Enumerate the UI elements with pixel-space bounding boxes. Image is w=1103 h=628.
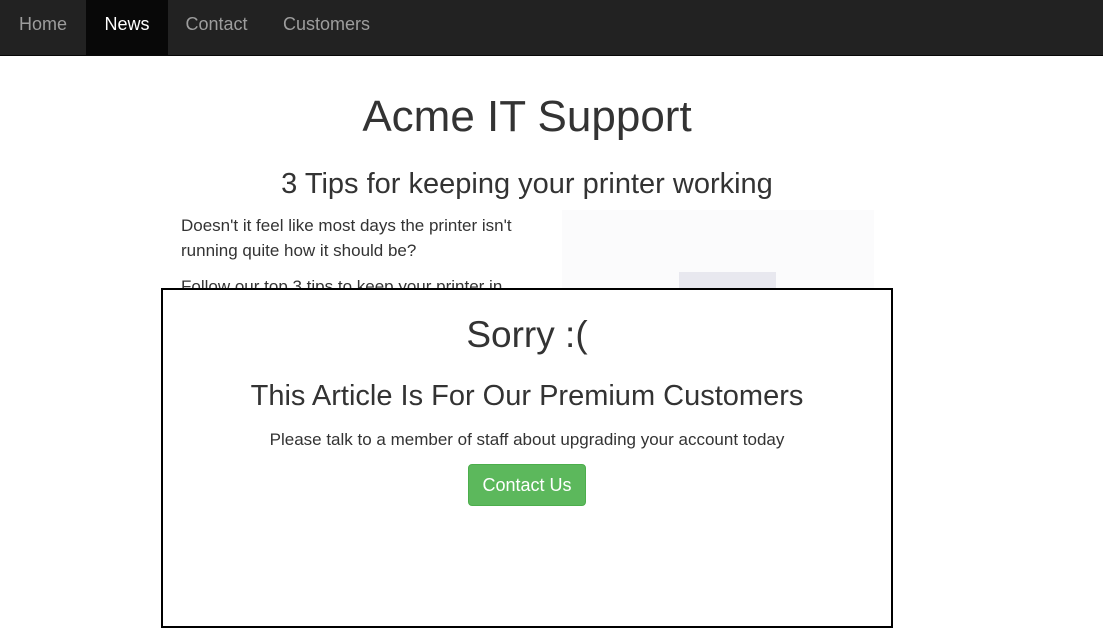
nav-item-customers[interactable]: Customers <box>265 0 388 56</box>
contact-us-button[interactable]: Contact Us <box>468 464 586 506</box>
nav-item-contact[interactable]: Contact <box>168 0 265 56</box>
nav-item-home[interactable]: Home <box>0 0 86 56</box>
paywall-message: Please talk to a member of staff about u… <box>269 430 785 449</box>
premium-paywall-modal: Sorry :( This Article Is For Our Premium… <box>161 288 893 628</box>
article-title: 3 Tips for keeping your printer working <box>281 168 773 200</box>
top-navbar: Home News Contact Customers <box>0 0 1103 56</box>
site-title: Acme IT Support <box>362 92 692 141</box>
paywall-sorry-heading: Sorry :( <box>466 314 588 355</box>
article-paragraph: Doesn't it feel like most days the print… <box>181 216 512 260</box>
paywall-premium-heading: This Article Is For Our Premium Customer… <box>250 380 804 412</box>
article-image <box>562 210 874 290</box>
nav-item-news[interactable]: News <box>86 0 168 56</box>
